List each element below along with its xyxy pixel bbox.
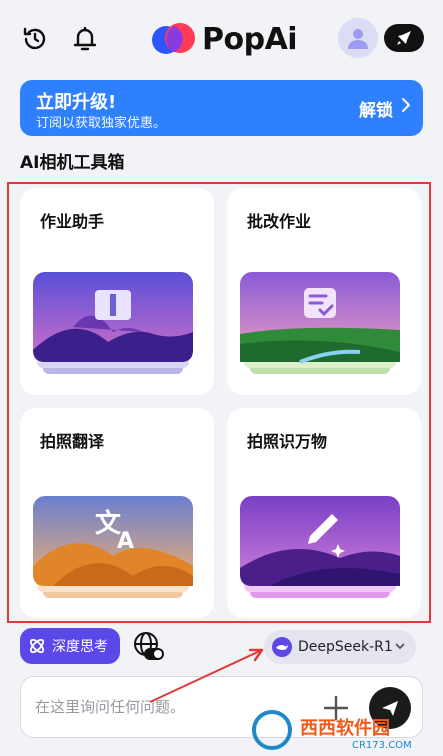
history-icon[interactable] — [20, 24, 50, 54]
banner-subtitle: 订阅以获取独家优惠。 — [36, 116, 167, 131]
model-selector[interactable]: DeepSeek-R1 — [264, 630, 416, 664]
app-name: PopAi — [202, 21, 298, 57]
deep-think-label: 深度思考 — [52, 639, 108, 655]
avatar[interactable] — [338, 18, 378, 58]
top-bar: PopAi — [0, 0, 443, 78]
deepseek-whale-icon — [272, 637, 292, 657]
annotation-highlight-frame — [7, 182, 431, 623]
popai-logo: PopAi — [150, 18, 298, 60]
chevron-right-icon — [401, 96, 411, 118]
svg-text:西西软件园: 西西软件园 — [300, 717, 390, 739]
bell-icon[interactable] — [70, 24, 100, 54]
web-search-toggle[interactable] — [132, 630, 166, 664]
watermark-logo-icon: 西西软件园 CR173.COM — [252, 710, 412, 751]
svg-text:CR173.COM: CR173.COM — [352, 740, 412, 751]
rocket-icon — [397, 31, 411, 45]
model-name: DeepSeek-R1 — [298, 639, 393, 655]
popai-logo-mark-icon — [150, 20, 198, 58]
globe-toggle-icon — [134, 632, 164, 660]
section-title: AI相机工具箱 — [20, 153, 125, 173]
deep-think-toggle[interactable]: 深度思考 — [20, 628, 120, 664]
chevron-down-icon — [395, 643, 405, 650]
banner-title: 立即升级! — [36, 92, 117, 113]
unlock-button[interactable]: 解锁 — [359, 96, 393, 121]
site-watermark: 西西软件园 CR173.COM — [252, 708, 438, 752]
rocket-button[interactable] — [384, 24, 424, 52]
atom-icon — [29, 638, 45, 654]
upgrade-banner[interactable]: 立即升级! 订阅以获取独家优惠。 解锁 — [20, 80, 423, 136]
avatar-icon — [348, 29, 368, 49]
